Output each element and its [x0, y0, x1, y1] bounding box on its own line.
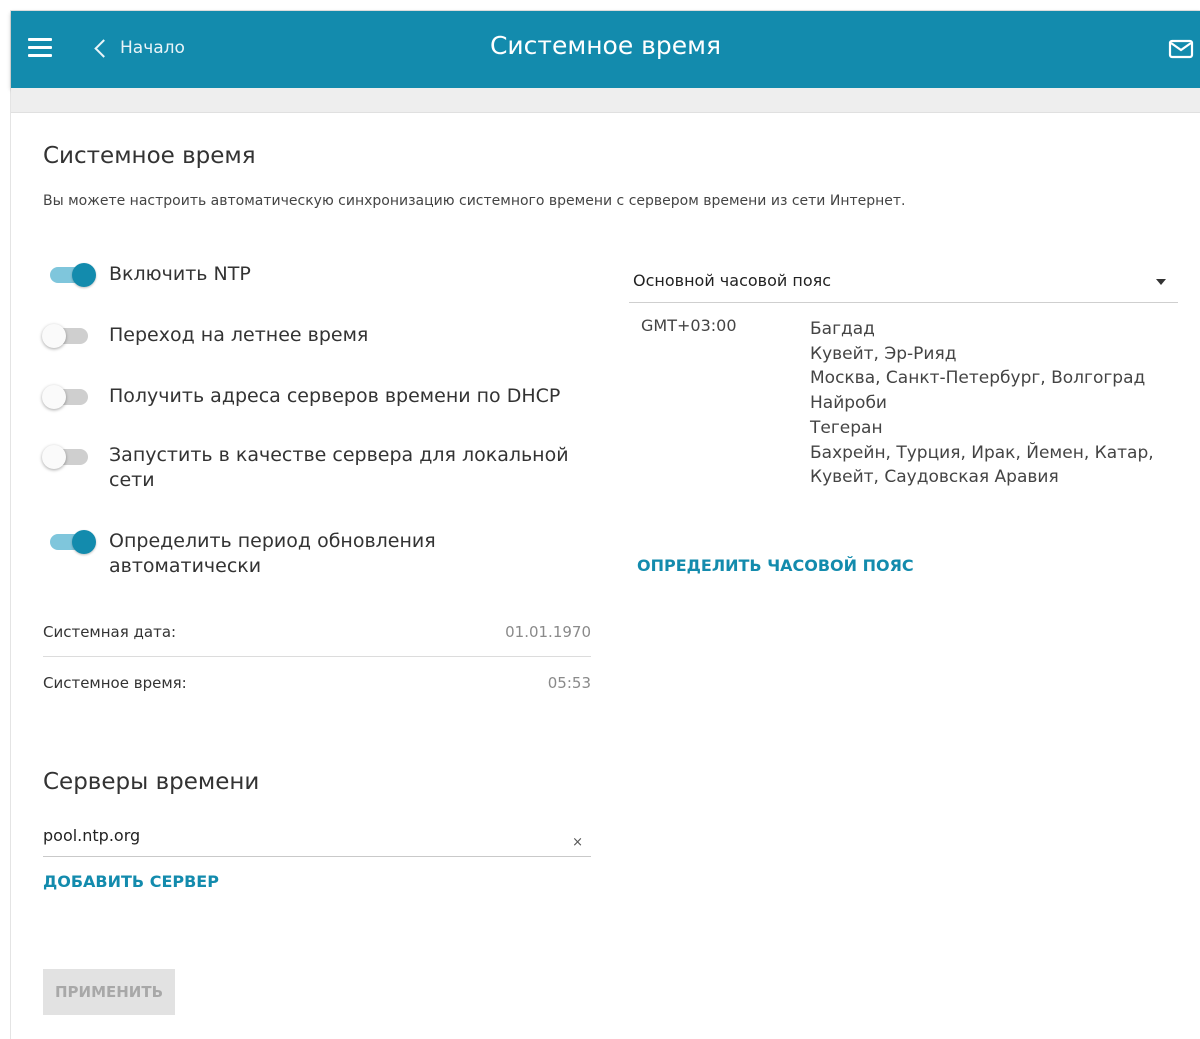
- timezone-select-label: Основной часовой пояс: [633, 271, 832, 290]
- add-server-button[interactable]: ДОБАВИТЬ СЕРВЕР: [43, 872, 219, 891]
- section-heading: Системное время: [43, 143, 256, 169]
- timezone-offset: GMT+03:00: [641, 316, 737, 335]
- detect-timezone-button[interactable]: ОПРЕДЕЛИТЬ ЧАСОВОЙ ПОЯС: [637, 556, 914, 575]
- timezone-city: Москва, Санкт-Петербург, Волгоград: [810, 368, 1146, 389]
- page-title: Системное время: [489, 31, 722, 60]
- ntp-toggle[interactable]: [44, 262, 102, 288]
- system-date-value: 01.01.1970: [505, 623, 591, 641]
- dst-toggle-label: Переход на летнее время: [109, 324, 369, 346]
- servers-heading: Серверы времени: [43, 769, 260, 795]
- timezone-city: Кувейт, Эр-Рияд: [810, 343, 957, 364]
- dhcp-toggle-label: Получить адреса серверов времени по DHCP: [109, 385, 561, 407]
- local-server-toggle-label: Запустить в качестве сервера для локальн…: [109, 444, 569, 491]
- auto-period-toggle[interactable]: [44, 529, 102, 555]
- caret-down-icon: [1156, 279, 1166, 285]
- top-bar: Начало Системное время: [11, 11, 1200, 88]
- timezone-select[interactable]: Основной часовой пояс: [629, 262, 1178, 303]
- timezone-city: Найроби: [810, 393, 887, 414]
- local-server-toggle[interactable]: [42, 444, 100, 470]
- timezone-city-list: Багдад Кувейт, Эр-Рияд Москва, Санкт-Пет…: [810, 317, 1170, 490]
- auto-period-toggle-label: Определить период обновления автоматичес…: [109, 530, 436, 577]
- ntp-toggle-label: Включить NTP: [109, 263, 251, 285]
- clear-icon[interactable]: ×: [572, 835, 583, 850]
- timezone-city: Багдад: [810, 319, 875, 339]
- apply-button[interactable]: ПРИМЕНИТЬ: [43, 969, 175, 1015]
- server-input-value: pool.ntp.org: [43, 826, 141, 845]
- timezone-city: Кувейт, Саудовская Аравия: [810, 467, 1059, 488]
- dhcp-toggle[interactable]: [42, 384, 100, 410]
- sub-bar: [11, 88, 1200, 113]
- section-description: Вы можете настроить автоматическую синхр…: [43, 193, 906, 209]
- timezone-city: Бахрейн, Турция, Ирак, Йемен, Катар,: [810, 442, 1154, 463]
- system-time-label: Системное время:: [43, 674, 187, 692]
- dst-toggle[interactable]: [42, 323, 100, 349]
- mail-icon[interactable]: [1168, 38, 1194, 60]
- server-input[interactable]: pool.ntp.org ×: [43, 822, 591, 857]
- divider: [43, 656, 591, 657]
- system-date-label: Системная дата:: [43, 623, 177, 641]
- timezone-city: Тегеран: [810, 417, 883, 438]
- system-time-value: 05:53: [547, 674, 591, 692]
